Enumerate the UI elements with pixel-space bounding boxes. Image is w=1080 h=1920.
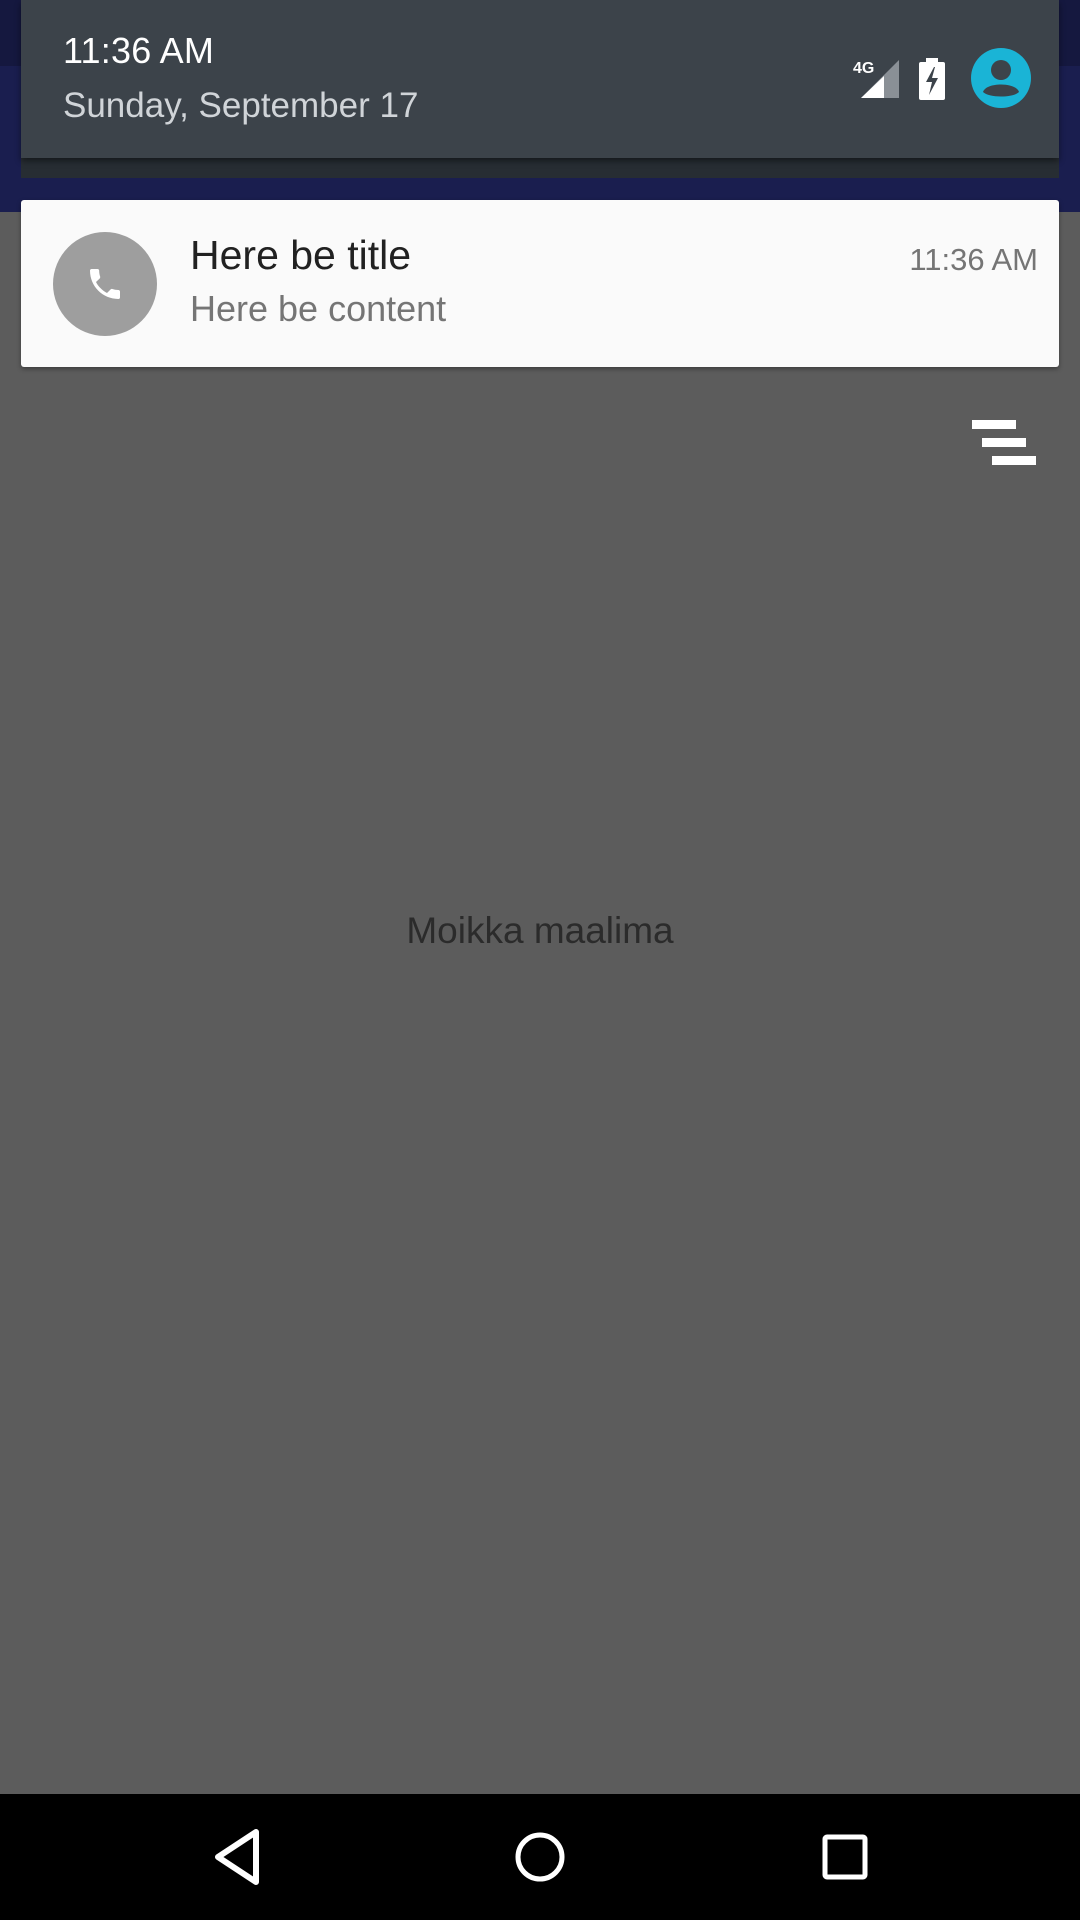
phone-icon <box>90 269 120 299</box>
header-date[interactable]: Sunday, September 17 <box>63 86 418 126</box>
user-avatar-icon[interactable] <box>971 48 1031 108</box>
notification-icon-circle <box>53 232 157 336</box>
network-type-label: 4G <box>853 60 874 77</box>
home-icon[interactable] <box>509 1826 571 1888</box>
quick-settings-shadow <box>21 158 1059 178</box>
notification-time: 11:36 AM <box>909 242 1038 277</box>
app-center-text: Moikka maalima <box>406 910 674 951</box>
signal-4g-icon: 4G <box>853 60 899 98</box>
back-icon[interactable] <box>206 1826 268 1888</box>
header-clock[interactable]: 11:36 AM <box>63 30 214 72</box>
quick-settings-header[interactable]: 11:36 AM Sunday, September 17 4G <box>21 0 1059 158</box>
notification-content: Here be content <box>190 288 447 329</box>
battery-charging-icon <box>919 58 945 100</box>
recents-icon[interactable] <box>814 1826 876 1888</box>
notification-title: Here be title <box>190 232 412 278</box>
notification-card[interactable]: Here be title Here be content 11:36 AM <box>21 200 1059 367</box>
clear-all-icon[interactable] <box>972 418 1036 468</box>
navigation-bar <box>0 1794 1080 1920</box>
